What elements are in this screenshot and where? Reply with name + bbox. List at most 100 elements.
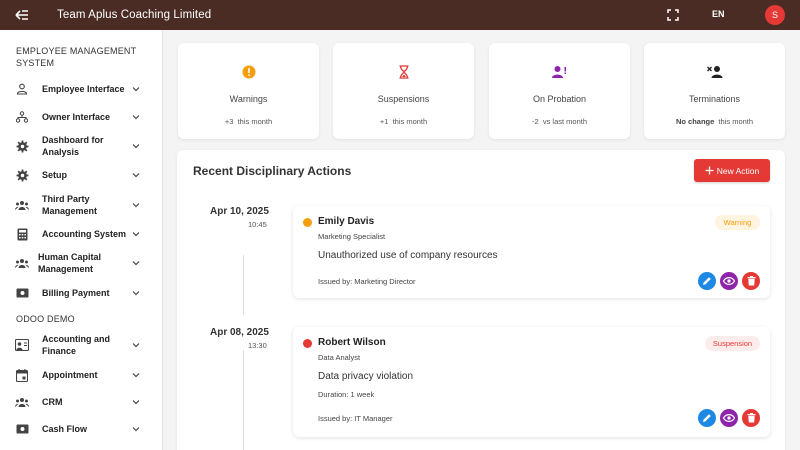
- stat-label: On Probation: [532, 94, 587, 104]
- employee-name: Robert Wilson: [318, 337, 386, 348]
- sidebar-item-cash-flow[interactable]: Cash Flow: [0, 420, 162, 438]
- chevron-down-icon: [132, 115, 140, 120]
- language-selector[interactable]: EN: [712, 9, 725, 19]
- stat-change: +1 this month: [333, 117, 474, 126]
- sidebar-item-appointment[interactable]: Appointment: [0, 366, 162, 384]
- hourglass-icon: [333, 65, 474, 81]
- sidebar-item-crm[interactable]: CRM: [0, 393, 162, 411]
- pencil-icon: [703, 414, 711, 422]
- new-action-button[interactable]: New Action: [694, 159, 770, 182]
- payment-icon: [15, 422, 29, 436]
- action-time: 10:45: [248, 220, 267, 229]
- eye-icon: [723, 414, 735, 422]
- chevron-down-icon: [132, 373, 140, 378]
- sidebar-item-label: Dashboard for Analysis: [42, 135, 104, 157]
- menu-collapse-icon[interactable]: [12, 5, 32, 25]
- stat-label: Warnings: [229, 94, 268, 104]
- group-icon: [15, 395, 29, 409]
- delete-button[interactable]: [742, 409, 760, 427]
- trash-icon: [747, 413, 755, 423]
- stat-label: Terminations: [688, 94, 741, 104]
- stat-card-warnings: Warnings +3 this month: [178, 43, 319, 139]
- view-button[interactable]: [720, 409, 738, 427]
- user-avatar[interactable]: S: [765, 5, 785, 25]
- stat-change: -2 vs last month: [489, 117, 630, 126]
- stat-period: this month: [392, 117, 428, 126]
- issued-by: Issued by: IT Manager: [318, 414, 393, 423]
- edit-button[interactable]: [698, 409, 716, 427]
- person-icon: [15, 82, 29, 96]
- sidebar-item-label: Human Capital Management: [38, 252, 102, 274]
- status-dot: [303, 339, 312, 348]
- person-remove-icon: [644, 65, 785, 81]
- status-badge: Warning: [715, 215, 760, 230]
- sidebar-item-label: Accounting and Finance: [42, 334, 110, 356]
- action-time: 13:30: [248, 341, 267, 350]
- eye-icon: [723, 277, 735, 285]
- employee-role: Marketing Specialist: [318, 232, 386, 241]
- sidebar-item-label: Billing Payment: [42, 288, 110, 298]
- sidebar-item-dashboard-analysis[interactable]: Dashboard for Analysis: [0, 133, 162, 159]
- chevron-down-icon: [132, 261, 140, 266]
- sidebar-item-label: CRM: [42, 397, 63, 407]
- sidebar: EMPLOYEE MANAGEMENT SYSTEM Employee Inte…: [0, 30, 163, 450]
- stat-value: No change: [675, 117, 715, 126]
- chevron-down-icon: [132, 144, 140, 149]
- chevron-down-icon: [132, 232, 140, 237]
- warning-icon: [178, 65, 319, 81]
- sidebar-section-title: EMPLOYEE MANAGEMENT SYSTEM: [16, 46, 137, 68]
- stat-period: this month: [237, 117, 273, 126]
- sidebar-item-owner-interface[interactable]: Owner Interface: [0, 108, 162, 126]
- sidebar-item-label: Owner Interface: [42, 112, 111, 122]
- sidebar-item-accounting-system[interactable]: Accounting System: [0, 225, 162, 243]
- stat-period: this month: [718, 117, 754, 126]
- sidebar-item-label: Cash Flow: [42, 424, 88, 434]
- chevron-down-icon: [132, 173, 140, 178]
- stat-change: +3 this month: [178, 117, 319, 126]
- group-icon: [15, 198, 29, 212]
- chevron-down-icon: [132, 427, 140, 432]
- chevron-down-icon: [132, 87, 140, 92]
- gear-icon: [15, 139, 29, 153]
- sidebar-item-human-capital[interactable]: Human Capital Management: [0, 250, 162, 276]
- sidebar-item-label: Employee Interface: [42, 84, 125, 94]
- stat-card-terminations: Terminations No change this month: [644, 43, 785, 139]
- trash-icon: [747, 276, 755, 286]
- company-title: Team Aplus Coaching Limited: [57, 9, 212, 21]
- sidebar-item-label: Accounting System: [42, 229, 127, 239]
- action-reason: Data privacy violation: [318, 371, 414, 382]
- action-date: Apr 10, 2025: [210, 206, 269, 217]
- pencil-icon: [703, 277, 711, 285]
- calendar-icon: [15, 368, 29, 382]
- plus-icon: [705, 166, 714, 175]
- employee-role: Data Analyst: [318, 353, 361, 362]
- chevron-down-icon: [132, 203, 140, 208]
- status-badge: Suspension: [705, 336, 760, 351]
- sidebar-item-third-party[interactable]: Third Party Management: [0, 192, 162, 218]
- timeline-line: [243, 255, 244, 315]
- action-duration: Duration: 1 week: [318, 390, 375, 399]
- sidebar-item-label: Third Party Management: [42, 194, 98, 216]
- stat-card-probation: On Probation -2 vs last month: [489, 43, 630, 139]
- new-action-label: New Action: [716, 165, 760, 176]
- sidebar-item-accounting-finance[interactable]: Accounting and Finance: [0, 332, 162, 358]
- sidebar-item-employee-interface[interactable]: Employee Interface: [0, 80, 162, 98]
- stat-value: +3: [224, 117, 234, 126]
- employee-name: Emily Davis: [318, 216, 375, 227]
- sidebar-item-setup[interactable]: Setup: [0, 166, 162, 184]
- sidebar-item-billing-payment[interactable]: Billing Payment: [0, 284, 162, 302]
- chevron-down-icon: [132, 291, 140, 296]
- stat-value: -2: [531, 117, 539, 126]
- group-icon: [15, 256, 29, 270]
- sidebar-item-label: Appointment: [42, 370, 98, 380]
- gear-icon: [15, 168, 29, 182]
- view-button[interactable]: [720, 272, 738, 290]
- account-box-icon: [15, 338, 29, 352]
- edit-button[interactable]: [698, 272, 716, 290]
- issued-by: Issued by: Marketing Director: [318, 277, 416, 286]
- calculator-icon: [15, 227, 29, 241]
- delete-button[interactable]: [742, 272, 760, 290]
- action-reason: Unauthorized use of company resources: [318, 250, 498, 261]
- fullscreen-icon[interactable]: [667, 8, 681, 22]
- payment-icon: [15, 286, 29, 300]
